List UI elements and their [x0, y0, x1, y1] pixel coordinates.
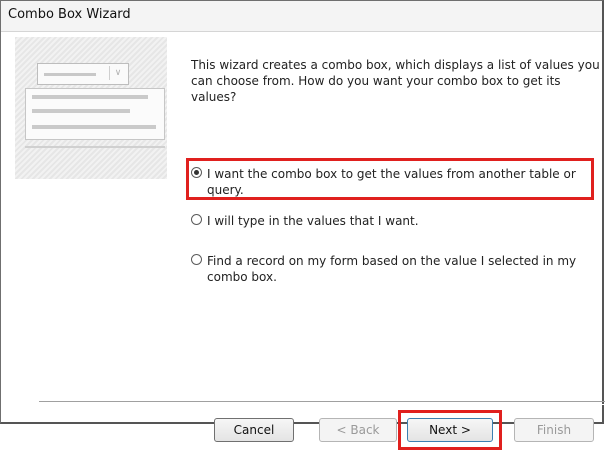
chevron-down-icon: ∨ — [109, 66, 126, 80]
radio-button[interactable] — [191, 214, 202, 225]
illustration-list-row — [32, 125, 156, 129]
illustration-list-row — [32, 95, 148, 99]
highlight-box-next — [398, 410, 502, 450]
window-title: Combo Box Wizard — [8, 7, 131, 22]
radio-button[interactable] — [191, 254, 202, 265]
back-button[interactable]: < Back — [319, 418, 397, 442]
footer-separator — [39, 401, 605, 405]
combo-box-wizard-dialog: Combo Box Wizard ∨ This wizard creates a… — [0, 0, 605, 450]
illustration-list — [25, 88, 165, 140]
illustration-combo-box: ∨ — [37, 63, 129, 85]
option-label[interactable]: Find a record on my form based on the va… — [207, 253, 592, 285]
cancel-button[interactable]: Cancel — [214, 418, 294, 442]
wizard-description: This wizard creates a combo box, which d… — [191, 58, 600, 104]
title-bar[interactable]: Combo Box Wizard — [1, 1, 602, 32]
illustration-list-row — [32, 109, 130, 113]
illustration-combo-text-bar — [44, 73, 96, 76]
wizard-body: ∨ This wizard creates a combo box, which… — [5, 33, 605, 450]
finish-button[interactable]: Finish — [514, 418, 594, 442]
highlight-box-option — [186, 158, 594, 200]
option-label[interactable]: I will type in the values that I want. — [207, 213, 592, 229]
illustration-divider — [25, 146, 165, 148]
wizard-illustration: ∨ — [15, 37, 167, 179]
